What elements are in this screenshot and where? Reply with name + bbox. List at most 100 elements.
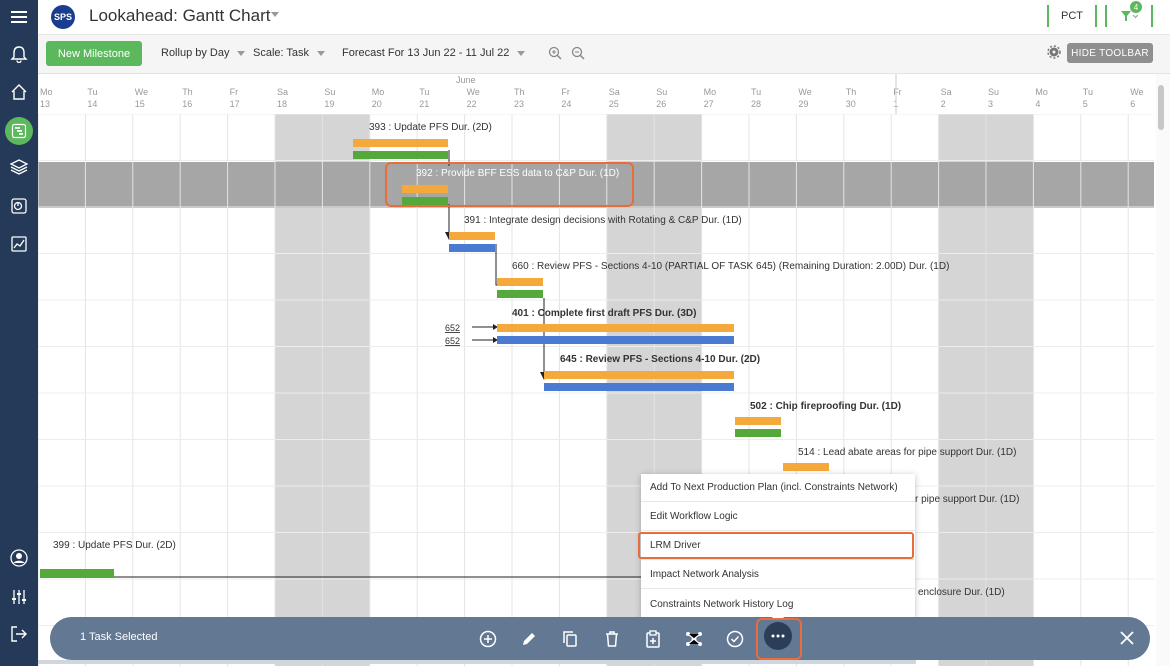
user-icon[interactable] [7, 546, 31, 570]
day-number-label: 22 [467, 99, 477, 109]
chevron-down-icon[interactable] [517, 51, 525, 56]
hide-toolbar-button[interactable]: HIDE TOOLBAR [1067, 43, 1153, 63]
day-number-label: 23 [514, 99, 524, 109]
task-label-391[interactable]: 391 : Integrate design decisions with Ro… [464, 215, 742, 226]
home-icon[interactable] [7, 80, 31, 104]
day-number-label: 5 [1083, 99, 1088, 109]
day-number-label: 15 [135, 99, 145, 109]
task-502-forecast-bar[interactable] [735, 417, 781, 425]
day-number-label: 21 [419, 99, 429, 109]
day-number-label: 28 [751, 99, 761, 109]
lrm-driver-highlight [638, 532, 914, 559]
day-number-label: 14 [87, 99, 97, 109]
day-of-week-label: Th [182, 87, 193, 97]
day-of-week-label: Su [324, 87, 335, 97]
page-title[interactable]: Lookahead: Gantt Chart [89, 6, 270, 26]
task-401-forecast-bar[interactable] [497, 324, 734, 332]
scrollbar-thumb[interactable] [1158, 85, 1164, 130]
task-label-393[interactable]: 393 : Update PFS Dur. (2D) [369, 122, 492, 133]
new-milestone-button[interactable]: New Milestone [46, 41, 142, 66]
task-401-baseline-bar[interactable] [497, 336, 734, 344]
task-393-actual-bar[interactable] [353, 151, 448, 159]
task-645-forecast-bar[interactable] [544, 371, 734, 379]
clipboard-add-icon[interactable] [641, 627, 665, 651]
task-label-502[interactable]: 502 : Chip fireproofing Dur. (1D) [750, 401, 901, 412]
chevron-down-icon[interactable] [271, 12, 279, 17]
day-number-label: 25 [609, 99, 619, 109]
selected-task-highlight [385, 162, 634, 207]
add-icon[interactable] [476, 627, 500, 651]
menu-item-impact-network-analysis[interactable]: Impact Network Analysis [641, 561, 915, 589]
network-icon[interactable] [682, 627, 706, 651]
day-of-week-label: Sa [277, 87, 288, 97]
day-of-week-label: Su [988, 87, 999, 97]
task-label-enclosure[interactable]: enclosure Dur. (1D) [918, 587, 1005, 598]
timeline-header-bg [38, 74, 1154, 114]
edit-pencil-icon[interactable] [517, 627, 541, 651]
task-label-399[interactable]: 399 : Update PFS Dur. (2D) [53, 540, 176, 551]
predecessor-link[interactable]: 652 [445, 323, 460, 333]
report-icon[interactable] [7, 194, 31, 218]
layers-icon[interactable] [7, 155, 31, 179]
task-label-645[interactable]: 645 : Review PFS - Sections 4-10 Dur. (2… [560, 354, 760, 365]
delete-icon[interactable] [600, 627, 624, 651]
rollup-dropdown[interactable]: Rollup by Day [161, 47, 229, 59]
day-of-week-label: We [798, 87, 811, 97]
task-label-514[interactable]: 514 : Lead abate areas for pipe support … [798, 447, 1016, 458]
chevron-down-icon[interactable] [237, 51, 245, 56]
task-502-actual-bar[interactable] [735, 429, 781, 437]
task-399-actual-bar[interactable] [40, 569, 114, 578]
gear-icon[interactable] [1047, 45, 1061, 59]
task-514-forecast-bar[interactable] [783, 463, 829, 471]
copy-icon[interactable] [558, 627, 582, 651]
day-of-week-label: Tu [419, 87, 429, 97]
predecessor-link[interactable]: 652 [445, 336, 460, 346]
chevron-down-icon[interactable] [317, 51, 325, 56]
task-label-partial[interactable]: r pipe support Dur. (1D) [915, 494, 1020, 505]
gantt-nav-icon[interactable] [5, 117, 33, 145]
day-of-week-label: Fr [230, 87, 239, 97]
day-number-label: 13 [40, 99, 50, 109]
task-645-baseline-bar[interactable] [544, 383, 734, 391]
menu-pointer [772, 611, 784, 618]
zoom-out-icon[interactable] [571, 46, 585, 60]
close-icon[interactable] [1116, 627, 1138, 649]
day-of-week-label: Mo [372, 87, 385, 97]
vertical-scrollbar[interactable] [1156, 74, 1170, 666]
task-660-forecast-bar[interactable] [497, 278, 543, 286]
horizontal-scrollbar[interactable] [38, 660, 916, 664]
app-logo[interactable]: SPS [51, 5, 75, 29]
zoom-in-icon[interactable] [548, 46, 562, 60]
task-label-660[interactable]: 660 : Review PFS - Sections 4-10 (PARTIA… [512, 261, 949, 272]
menu-item-add-to-production-plan[interactable]: Add To Next Production Plan (incl. Const… [641, 474, 915, 502]
task-660-actual-bar[interactable] [497, 290, 543, 298]
bell-icon[interactable] [7, 42, 31, 66]
day-number-label: 18 [277, 99, 287, 109]
filter-button[interactable]: 4 [1105, 1, 1153, 27]
settings-sliders-icon[interactable] [7, 585, 31, 609]
day-of-week-label: Su [656, 87, 667, 97]
check-circle-icon[interactable] [723, 627, 747, 651]
day-of-week-label: Sa [609, 87, 620, 97]
day-of-week-label: Fr [561, 87, 570, 97]
day-of-week-label: We [1130, 87, 1143, 97]
task-391-forecast-bar[interactable] [449, 232, 495, 240]
forecast-dropdown[interactable]: Forecast For 13 Jun 22 - 11 Jul 22 [342, 47, 509, 59]
day-number-label: 16 [182, 99, 192, 109]
selection-action-bar: 1 Task Selected [50, 611, 1150, 660]
day-number-label: 20 [372, 99, 382, 109]
pct-button[interactable]: PCT [1047, 5, 1097, 27]
task-label-401[interactable]: 401 : Complete first draft PFS Dur. (3D) [512, 308, 696, 319]
menu-item-edit-workflow-logic[interactable]: Edit Workflow Logic [641, 503, 915, 531]
hamburger-menu-icon[interactable] [7, 5, 31, 29]
day-of-week-label: We [467, 87, 480, 97]
day-number-label: 26 [656, 99, 666, 109]
logout-icon[interactable] [7, 622, 31, 646]
scale-dropdown[interactable]: Scale: Task [253, 47, 309, 59]
task-391-baseline-bar[interactable] [449, 244, 495, 252]
day-of-week-label: Mo [40, 87, 53, 97]
analytics-icon[interactable] [7, 232, 31, 256]
day-number-label: 2 [941, 99, 946, 109]
task-393-forecast-bar[interactable] [353, 139, 448, 147]
top-bar: SPS Lookahead: Gantt Chart PCT 4 [38, 0, 1170, 35]
